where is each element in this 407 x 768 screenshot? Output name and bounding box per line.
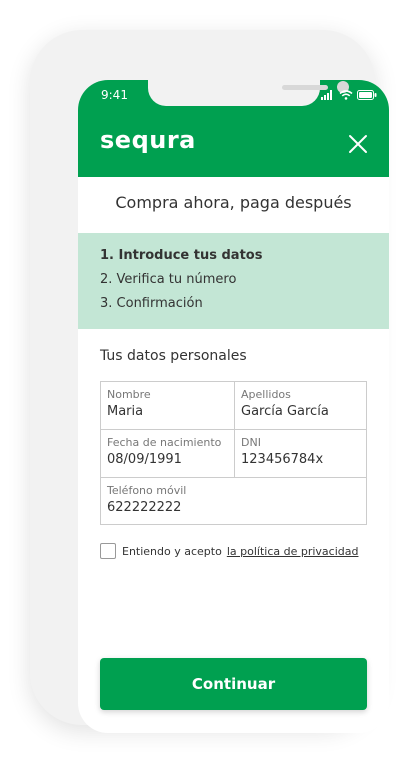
- dni-label: DNI: [241, 436, 261, 449]
- phone-frame: 9:41 sequra Compra ahora, paga después 1…: [30, 30, 389, 733]
- privacy-consent-row: Entiendo y acepto la política de privaci…: [100, 542, 358, 560]
- dni-value: 123456784x: [241, 452, 324, 467]
- fecha-nacimiento-field[interactable]: Fecha de nacimiento 08/09/1991: [101, 430, 235, 478]
- battery-icon: [357, 90, 377, 100]
- sequra-logo: sequra: [100, 126, 196, 154]
- dni-field[interactable]: DNI 123456784x: [235, 430, 366, 478]
- fecha-nacimiento-label: Fecha de nacimiento: [107, 436, 222, 449]
- nombre-label: Nombre: [107, 388, 151, 401]
- close-icon[interactable]: [346, 132, 370, 156]
- consent-text: Entiendo y acepto: [122, 544, 222, 558]
- app-header: 9:41 sequra: [78, 80, 389, 177]
- status-icons: [321, 90, 377, 100]
- privacy-checkbox[interactable]: [100, 543, 116, 559]
- apellidos-field[interactable]: Apellidos García García: [235, 382, 366, 430]
- nombre-field[interactable]: Nombre Maria: [101, 382, 235, 430]
- phone-notch: [148, 80, 349, 106]
- apellidos-label: Apellidos: [241, 388, 291, 401]
- step-2: 2. Verifica tu número: [100, 272, 237, 287]
- continue-button[interactable]: Continuar: [100, 658, 367, 710]
- telefono-value: 622222222: [107, 500, 182, 515]
- steps-panel: 1. Introduce tus datos 2. Verifica tu nú…: [78, 233, 389, 329]
- page-title: Compra ahora, paga después: [115, 193, 352, 212]
- telefono-field[interactable]: Teléfono móvil 622222222: [101, 478, 366, 524]
- phone-screen: 9:41 sequra Compra ahora, paga después 1…: [78, 80, 389, 733]
- nombre-value: Maria: [107, 404, 144, 419]
- privacy-policy-link[interactable]: la política de privacidad: [227, 545, 359, 558]
- wifi-icon: [339, 90, 353, 100]
- signal-icon: [321, 90, 332, 100]
- status-time: 9:41: [101, 88, 128, 102]
- step-3: 3. Confirmación: [100, 296, 203, 311]
- personal-data-form: Nombre Maria Apellidos García García Fec…: [100, 381, 367, 525]
- fecha-nacimiento-value: 08/09/1991: [107, 452, 182, 467]
- step-1: 1. Introduce tus datos: [100, 248, 263, 263]
- telefono-label: Teléfono móvil: [107, 484, 187, 497]
- personal-data-heading: Tus datos personales: [100, 348, 247, 364]
- apellidos-value: García García: [241, 404, 329, 419]
